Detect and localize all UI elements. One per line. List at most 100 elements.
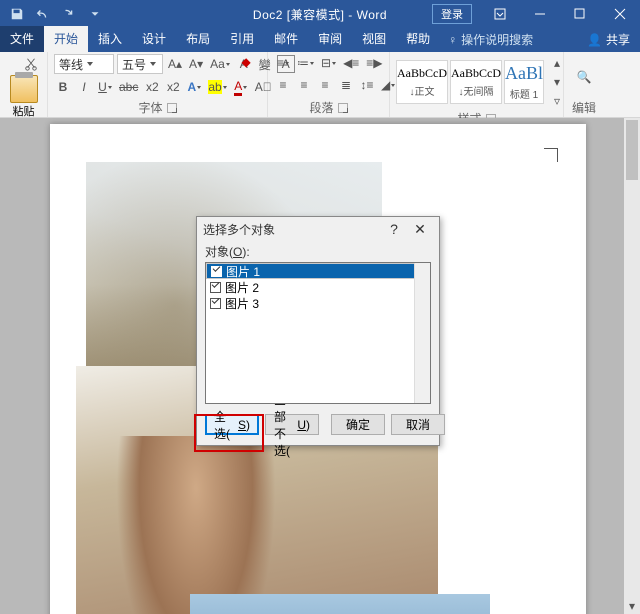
shrink-font-icon[interactable]: A▾	[187, 55, 205, 73]
close-icon[interactable]	[600, 0, 640, 28]
dec-indent-icon[interactable]: ◀≡	[341, 54, 361, 72]
bullets-icon[interactable]: ≡	[274, 54, 292, 72]
tab-home[interactable]: 开始	[44, 26, 88, 52]
font-family-value: 等线	[59, 56, 83, 73]
dialog-titlebar[interactable]: 选择多个对象 ? ✕	[197, 217, 439, 241]
cancel-button[interactable]: 取消	[391, 414, 445, 435]
justify-icon[interactable]: ≣	[337, 76, 355, 94]
checkbox-icon[interactable]	[210, 282, 221, 293]
tell-me[interactable]: ♀ 操作说明搜索	[440, 27, 541, 52]
dialog-close-icon[interactable]: ✕	[407, 221, 433, 238]
dialog-help-icon[interactable]: ?	[381, 221, 407, 237]
style-heading1[interactable]: AaBl 标题 1	[504, 60, 544, 104]
paste-label: 粘贴	[13, 103, 35, 119]
select-none-button[interactable]: 全部不选(U)	[265, 414, 319, 435]
share-icon: 👤	[587, 33, 602, 47]
strike-icon[interactable]: abc	[117, 78, 140, 96]
list-item[interactable]: 图片 1	[206, 263, 430, 279]
tab-layout[interactable]: 布局	[176, 26, 220, 52]
checkbox-icon[interactable]	[210, 298, 221, 309]
picture-3[interactable]	[190, 594, 490, 614]
bold-icon[interactable]: B	[54, 78, 72, 96]
list-item-label: 图片 1	[226, 263, 260, 280]
inc-indent-icon[interactable]: ≡▶	[364, 54, 384, 72]
superscript-icon[interactable]: x2	[164, 78, 182, 96]
qat-more-icon[interactable]	[82, 2, 108, 26]
change-case-icon[interactable]: Aa	[208, 55, 232, 73]
margin-corner-icon	[544, 148, 558, 162]
select-multiple-dialog: 选择多个对象 ? ✕ 对象(O): 图片 1 图片 2 图片 3 全选(S) 全…	[196, 216, 440, 446]
save-icon[interactable]	[4, 2, 30, 26]
ok-button[interactable]: 确定	[331, 414, 385, 435]
tab-help[interactable]: 帮助	[396, 26, 440, 52]
paragraph-launcher-icon[interactable]	[338, 103, 348, 113]
vertical-scrollbar[interactable]: ▴ ▾	[624, 118, 640, 614]
tab-review[interactable]: 审阅	[308, 26, 352, 52]
editing-group-label: 编辑	[572, 99, 596, 116]
text-effects-icon[interactable]: A	[185, 78, 203, 96]
scroll-thumb[interactable]	[626, 120, 638, 180]
subscript-icon[interactable]: x2	[143, 78, 161, 96]
numbering-icon[interactable]: ≔	[295, 54, 316, 72]
clipboard-icon	[10, 75, 38, 103]
objects-listbox[interactable]: 图片 1 图片 2 图片 3	[205, 262, 431, 404]
dialog-title: 选择多个对象	[203, 221, 275, 238]
style-normal[interactable]: AaBbCcD ↓正文	[396, 60, 448, 104]
select-all-button[interactable]: 全选(S)	[205, 414, 259, 435]
highlight-icon[interactable]: ab	[206, 78, 228, 96]
style3-sample: AaBl	[505, 63, 543, 84]
font-color-icon[interactable]: A	[232, 78, 250, 96]
style1-sample: AaBbCcD	[397, 66, 447, 81]
scroll-down-icon[interactable]: ▾	[624, 598, 640, 614]
maximize-icon[interactable]	[560, 0, 600, 28]
tab-file[interactable]: 文件	[0, 26, 44, 52]
tab-mail[interactable]: 邮件	[264, 26, 308, 52]
list-item-label: 图片 2	[225, 279, 259, 296]
share-label: 共享	[606, 31, 630, 48]
share-button[interactable]: 👤 共享	[577, 27, 640, 52]
minimize-icon[interactable]	[520, 0, 560, 28]
italic-icon[interactable]: I	[75, 78, 93, 96]
checkbox-icon[interactable]	[211, 266, 222, 277]
font-size-select[interactable]: 五号	[117, 54, 163, 74]
paragraph-group-label: 段落	[309, 99, 333, 116]
paste-button[interactable]: 粘贴	[10, 75, 38, 119]
title-bar: Doc2 [兼容模式] - Word 登录	[0, 0, 640, 28]
list-scrollbar[interactable]	[414, 263, 430, 403]
line-spacing-icon[interactable]: ↕≡	[358, 76, 376, 94]
font-launcher-icon[interactable]	[167, 103, 177, 113]
align-right-icon[interactable]: ≡	[316, 76, 334, 94]
multilevel-icon[interactable]: ⊟	[319, 54, 338, 72]
login-button[interactable]: 登录	[432, 4, 472, 24]
style1-name: ↓正文	[410, 83, 435, 98]
font-family-select[interactable]: 等线	[54, 54, 114, 74]
list-item-label: 图片 3	[225, 295, 259, 312]
style2-sample: AaBbCcD	[451, 66, 501, 81]
cut-icon[interactable]	[21, 54, 41, 74]
ribbon-tabs: 文件 开始 插入 设计 布局 引用 邮件 审阅 视图 帮助 ♀ 操作说明搜索 👤 共…	[0, 28, 640, 52]
ribbon-options-icon[interactable]	[480, 0, 520, 28]
tab-view[interactable]: 视图	[352, 26, 396, 52]
underline-icon[interactable]: U	[96, 78, 114, 96]
grow-font-icon[interactable]: A▴	[166, 55, 184, 73]
lightbulb-icon: ♀	[448, 33, 457, 47]
tell-me-label: 操作说明搜索	[461, 31, 533, 48]
tab-design[interactable]: 设计	[132, 26, 176, 52]
find-icon[interactable]: 🔍	[575, 68, 594, 86]
ribbon: 粘贴 剪贴板 等线 五号 A▴ A▾ Aa A◆ 變 A B I	[0, 52, 640, 118]
undo-icon[interactable]	[30, 2, 56, 26]
clear-format-icon[interactable]: A◆	[235, 55, 253, 73]
align-center-icon[interactable]: ≡	[295, 76, 313, 94]
font-size-value: 五号	[122, 56, 146, 73]
style-nospacing[interactable]: AaBbCcD ↓无间隔	[450, 60, 502, 104]
list-item[interactable]: 图片 2	[206, 279, 430, 295]
list-item[interactable]: 图片 3	[206, 295, 430, 311]
tab-references[interactable]: 引用	[220, 26, 264, 52]
quick-access-toolbar	[0, 2, 108, 26]
objects-label: 对象(O):	[205, 245, 250, 259]
tab-insert[interactable]: 插入	[88, 26, 132, 52]
style2-name: ↓无间隔	[459, 83, 494, 98]
redo-icon[interactable]	[56, 2, 82, 26]
align-left-icon[interactable]: ≡	[274, 76, 292, 94]
style3-name: 标题 1	[510, 86, 538, 101]
